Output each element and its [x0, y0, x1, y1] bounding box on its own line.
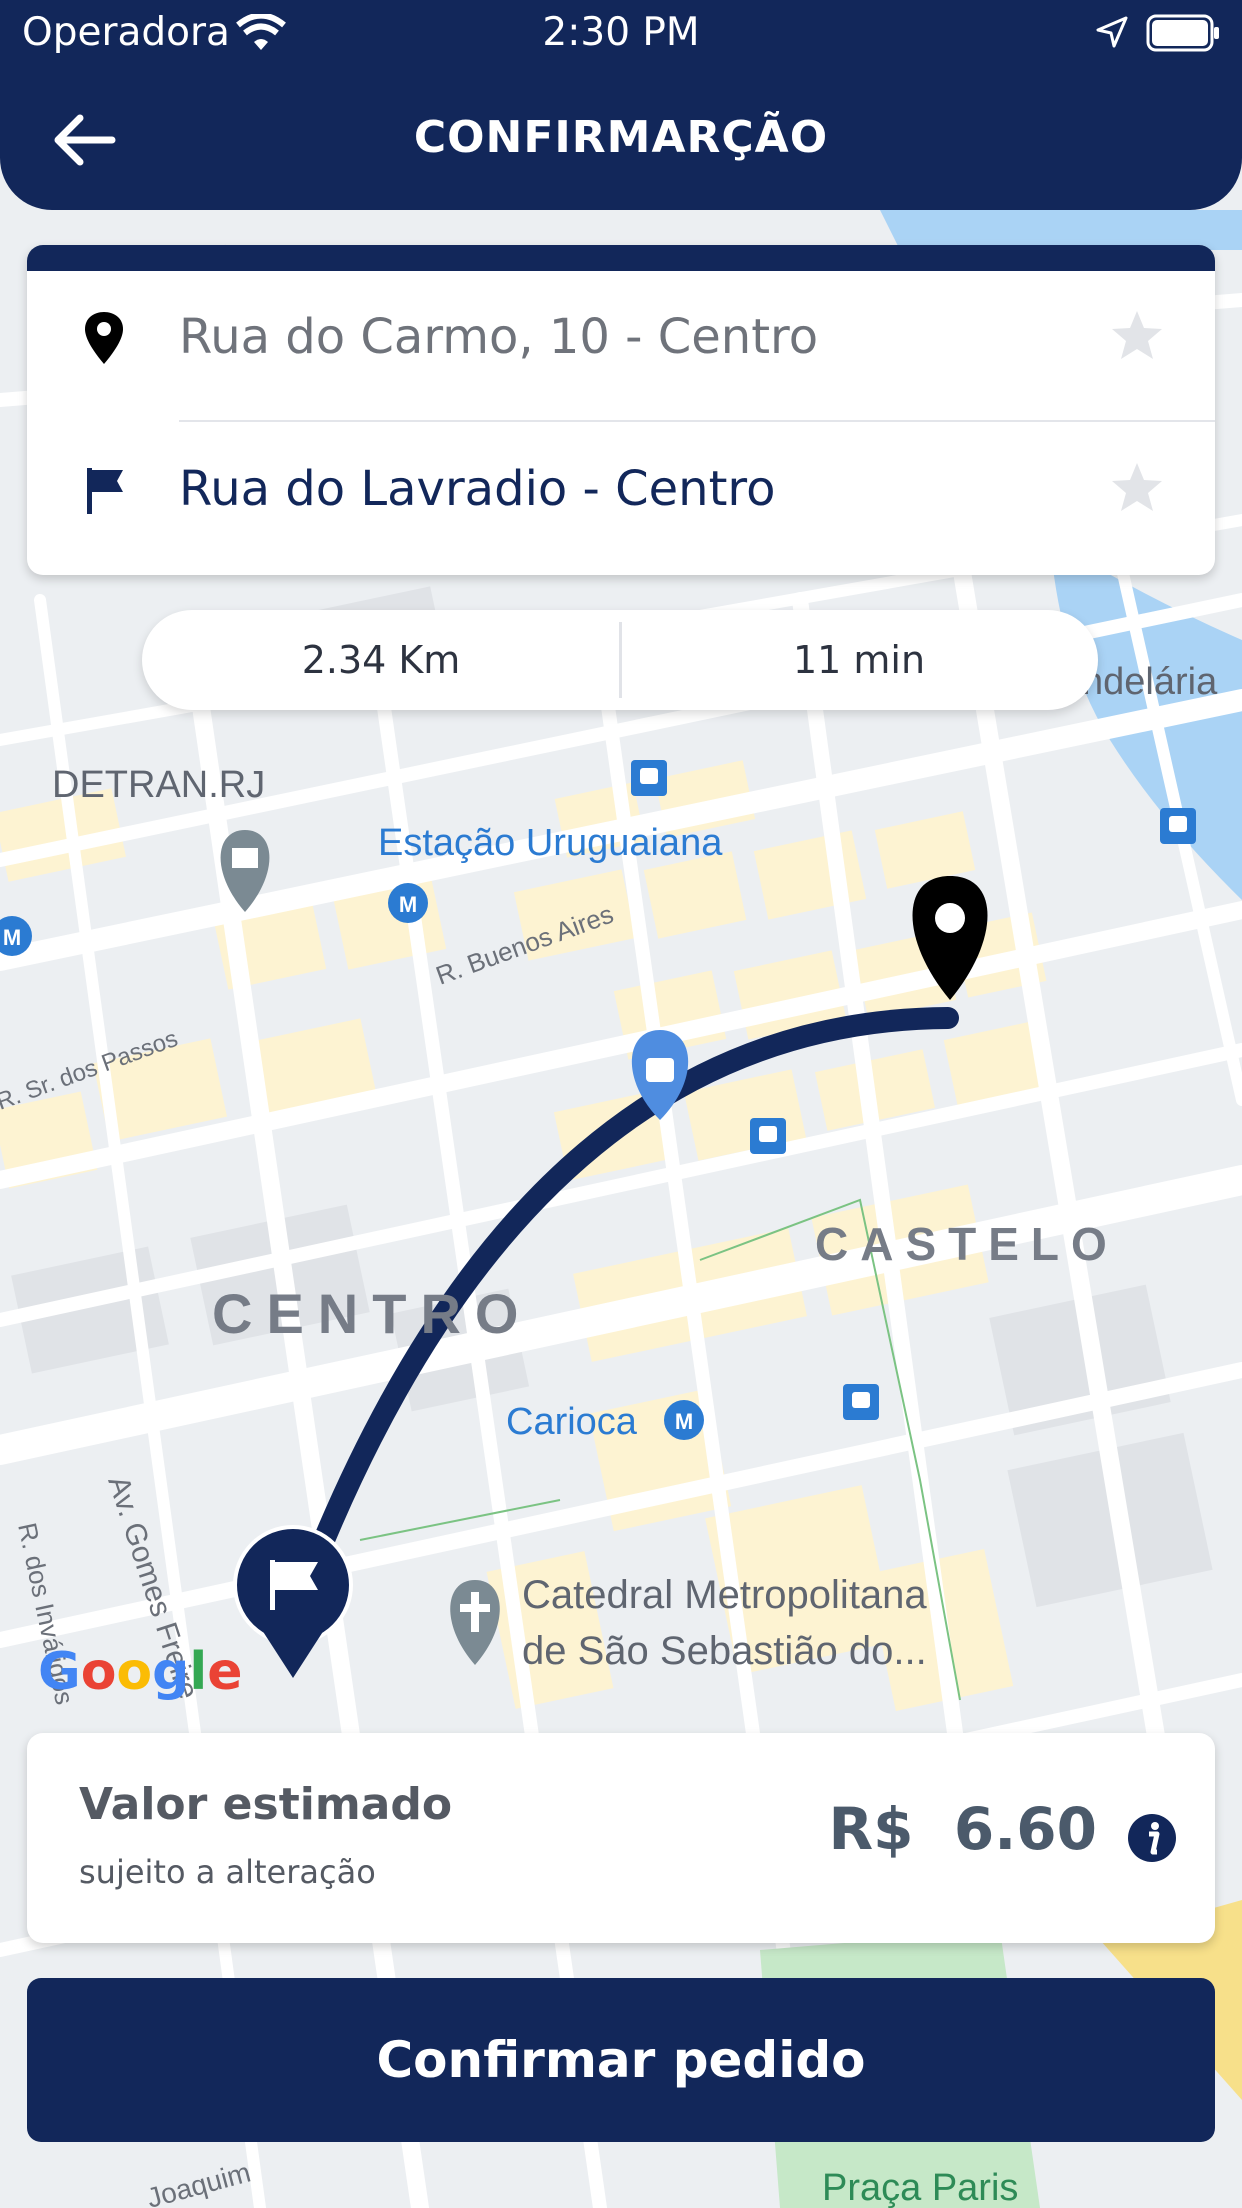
- status-bar: Operadora 2:30 PM: [0, 0, 1242, 68]
- svg-text:M: M: [399, 892, 417, 917]
- tram-icon: [750, 1118, 786, 1154]
- price-subtitle: sujeito a alteração: [79, 1853, 376, 1891]
- battery-icon: [1146, 14, 1219, 52]
- duration-value: 11 min: [792, 638, 926, 682]
- map-label: DETRAN.RJ: [52, 764, 265, 806]
- map-label: Estação Uruguaiana: [378, 822, 723, 864]
- route-card: Rua do Carmo, 10 - Centro Rua do Lavradi…: [27, 245, 1215, 575]
- map-label: Catedral Metropolitana: [522, 1573, 927, 1617]
- tram-icon: [631, 760, 667, 796]
- page-title: CONFIRMARÇÃO: [413, 112, 829, 163]
- map-label: Praça Paris: [822, 2167, 1018, 2208]
- map-label: de São Sebastião do...: [522, 1629, 927, 1673]
- metro-icon: M: [664, 1400, 704, 1440]
- info-icon[interactable]: [1127, 1813, 1177, 1863]
- metro-icon: M: [388, 883, 428, 923]
- tram-icon: [843, 1384, 879, 1420]
- map-label: ndelária: [1082, 661, 1218, 703]
- price-card: Valor estimado sujeito a alteração R$ 6.…: [27, 1733, 1215, 1943]
- origin-address: Rua do Carmo, 10 - Centro: [179, 309, 819, 365]
- map-label: Carioca: [506, 1401, 638, 1443]
- flag-icon: [87, 468, 123, 514]
- map-label: CASTELO: [815, 1218, 1119, 1270]
- star-icon[interactable]: [1109, 308, 1165, 364]
- confirm-order-button[interactable]: Confirmar pedido: [27, 1978, 1215, 2142]
- origin-row[interactable]: Rua do Carmo, 10 - Centro: [27, 265, 1215, 415]
- map-label: CENTRO: [212, 1282, 532, 1345]
- svg-text:M: M: [3, 925, 21, 950]
- svg-text:M: M: [675, 1409, 693, 1434]
- price-value: R$ 6.60: [828, 1795, 1097, 1863]
- trip-metrics: 2.34 Km 11 min: [142, 610, 1098, 710]
- star-icon[interactable]: [1109, 460, 1165, 516]
- destination-row[interactable]: Rua do Lavradio - Centro: [27, 417, 1215, 567]
- google-logo: Google: [38, 1642, 243, 1702]
- location-arrow-icon: [1096, 16, 1128, 48]
- map-pin-icon: [85, 312, 123, 364]
- destination-address: Rua do Lavradio - Centro: [179, 461, 776, 517]
- status-time: 2:30 PM: [542, 10, 700, 55]
- price-label: Valor estimado: [79, 1779, 453, 1830]
- tram-icon: [1160, 808, 1196, 844]
- distance-value: 2.34 Km: [301, 638, 461, 682]
